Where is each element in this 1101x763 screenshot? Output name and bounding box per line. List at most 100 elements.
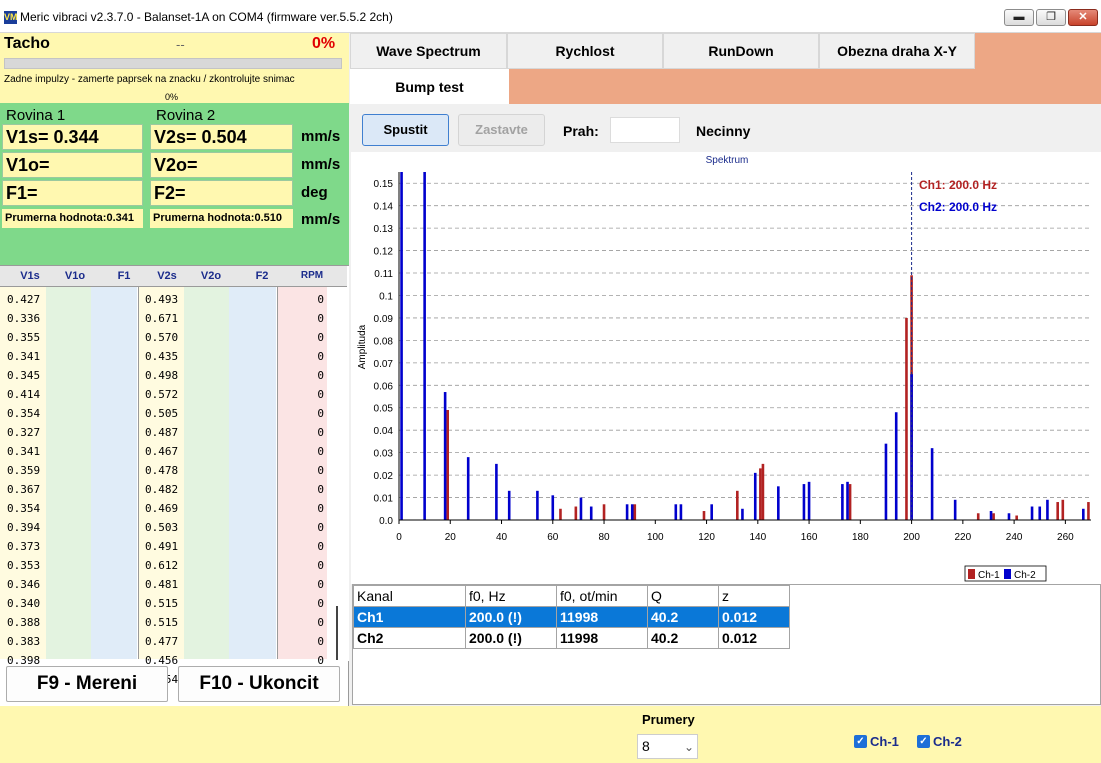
window-title: Meric vibraci v2.3.7.0 - Balanset-1A on … — [20, 10, 393, 24]
y-tick-label: 0.05 — [374, 404, 394, 415]
table-row[interactable]: 0.341 0.435 0 — [0, 347, 330, 366]
table-row[interactable]: 0.341 0.467 0 — [0, 442, 330, 461]
minimize-button[interactable]: ▬ — [1004, 9, 1034, 26]
col-header-f0-rpm[interactable]: f0, ot/min — [556, 585, 648, 607]
table-row[interactable]: 0.373 0.491 0 — [0, 537, 330, 556]
ch1-bar — [759, 468, 762, 520]
y-axis-label: Amplituda — [357, 324, 368, 369]
table-row[interactable]: 0.354 0.505 0 — [0, 404, 330, 423]
y-tick-label: 0.15 — [374, 179, 394, 190]
ch1-bar — [1087, 502, 1090, 520]
table-row[interactable]: 0.388 0.515 0 — [0, 613, 330, 632]
col-header-rpm[interactable]: RPM — [298, 270, 326, 281]
ch2-bar — [1007, 513, 1011, 520]
tab-wave-spectrum[interactable]: Wave Spectrum — [350, 33, 507, 69]
x-tick-label: 140 — [749, 532, 766, 543]
grid-cell: 0.515 — [145, 616, 179, 629]
col-header-v2s[interactable]: V2s — [154, 270, 180, 282]
ch1-bar — [633, 504, 637, 520]
ch2-bar — [507, 490, 511, 520]
grid-cell: 0.505 — [145, 407, 179, 420]
plane2-average: Prumerna hodnota:0.510 — [150, 209, 293, 228]
table-row[interactable]: 0.367 0.482 0 — [0, 480, 330, 499]
tacho-label: Tacho — [4, 35, 50, 52]
grid-cell: 0.493 — [145, 293, 179, 306]
x-tick-label: 200 — [903, 532, 920, 543]
ch1-bar — [736, 490, 739, 520]
tab-obezna-draha[interactable]: Obezna draha X-Y — [819, 33, 975, 69]
table-row[interactable]: Ch1 200.0 (!) 11998 40.2 0.012 — [353, 606, 790, 628]
grid-cell: 0.427 — [7, 293, 41, 306]
grid-cell: 0.469 — [145, 502, 179, 515]
table-row[interactable]: 0.394 0.503 0 — [0, 518, 330, 537]
grid-scrollbar[interactable] — [336, 606, 338, 660]
table-cell: Ch1 — [353, 606, 466, 628]
ch2-bar — [630, 504, 634, 520]
table-row[interactable]: 0.340 0.515 0 — [0, 594, 330, 613]
table-row[interactable]: 0.353 0.612 0 — [0, 556, 330, 575]
col-header-f1[interactable]: F1 — [114, 270, 134, 282]
grid-cell: 0.477 — [145, 635, 179, 648]
ch1-checkbox-label[interactable]: Ch-1 — [870, 734, 899, 749]
ch2-checkbox-label[interactable]: Ch-2 — [933, 734, 962, 749]
averages-select[interactable]: 8 ⌄ — [637, 734, 698, 759]
ch2-bar — [589, 506, 593, 520]
ch1-bar — [446, 409, 449, 520]
table-row[interactable]: 0.327 0.487 0 — [0, 423, 330, 442]
grid-cell: 0.388 — [7, 616, 41, 629]
y-axis-ticks: 0.0 0.01 0.02 0.03 0.04 0.05 0.06 0.07 0.08 0.09 0… — [374, 179, 394, 527]
col-header-z[interactable]: z — [718, 585, 790, 607]
table-row[interactable]: 0.414 0.572 0 — [0, 385, 330, 404]
table-row[interactable]: Ch2 200.0 (!) 11998 40.2 0.012 — [353, 627, 790, 649]
ch1-bar — [905, 317, 908, 520]
table-row[interactable]: 0.336 0.671 0 — [0, 309, 330, 328]
tab-bump-test[interactable]: Bump test — [350, 69, 509, 104]
ch1-checkbox[interactable]: ✓ — [854, 735, 867, 748]
ch2-checkbox[interactable]: ✓ — [917, 735, 930, 748]
col-header-f0-hz[interactable]: f0, Hz — [465, 585, 557, 607]
tab-rundown[interactable]: RunDown — [663, 33, 819, 69]
table-row[interactable]: 0.383 0.477 0 — [0, 632, 330, 651]
y-tick-label: 0.06 — [374, 381, 394, 392]
x-tick-label: 220 — [955, 532, 972, 543]
col-header-v1o[interactable]: V1o — [60, 270, 90, 282]
grid-cell: 0.435 — [145, 350, 179, 363]
ch2-bar — [930, 448, 934, 520]
y-tick-label: 0.07 — [374, 359, 394, 370]
ch1-bar — [1056, 502, 1059, 520]
restore-button[interactable]: ❐ — [1036, 9, 1066, 26]
grid-cell: 0.498 — [145, 369, 179, 382]
col-header-kanal[interactable]: Kanal — [353, 585, 466, 607]
table-row[interactable]: 0.354 0.469 0 — [0, 499, 330, 518]
table-row[interactable]: 0.427 0.493 0 — [0, 290, 330, 309]
col-header-v1s[interactable]: V1s — [18, 270, 42, 282]
close-button[interactable]: ✕ — [1068, 9, 1098, 26]
results-table[interactable]: Kanal f0, Hz f0, ot/min Q z Ch1 200.0 (!… — [353, 585, 790, 649]
measurements-grid[interactable]: V1s V1o F1 V2s V2o F2 RPM 0.427 0.493 0 0.3… — [0, 265, 349, 686]
measure-button[interactable]: F9 - Mereni — [6, 666, 168, 702]
start-button[interactable]: Spustit — [362, 114, 449, 146]
col-header-f2[interactable]: F2 — [252, 270, 272, 282]
table-row[interactable]: 0.355 0.570 0 — [0, 328, 330, 347]
threshold-input[interactable] — [610, 117, 680, 143]
exit-button[interactable]: F10 - Ukoncit — [178, 666, 340, 702]
table-row[interactable]: 0.359 0.478 0 — [0, 461, 330, 480]
col-header-v2o[interactable]: V2o — [198, 270, 224, 282]
plane2-title: Rovina 2 — [156, 107, 216, 124]
tab-rychlost[interactable]: Rychlost — [507, 33, 663, 69]
col-header-q[interactable]: Q — [647, 585, 719, 607]
table-row[interactable]: 0.346 0.481 0 — [0, 575, 330, 594]
grid-cell: 0.572 — [145, 388, 179, 401]
table-row[interactable]: 0.345 0.498 0 — [0, 366, 330, 385]
ch2-bar — [495, 463, 498, 520]
grid-cell: 0 — [317, 388, 324, 401]
grid-cell: 0 — [317, 540, 324, 553]
ch2-bar — [443, 392, 447, 520]
stop-button[interactable]: Zastavte — [458, 114, 545, 146]
ch2-bar — [953, 499, 957, 520]
y-tick-label: 0.14 — [374, 202, 394, 213]
grid-cell: 0 — [317, 578, 324, 591]
y-tick-label: 0.12 — [374, 247, 394, 258]
spectrum-chart[interactable]: Spektrum Amplituda 0.0 0.01 0.02 0.03 0.04 0.… — [351, 152, 1101, 584]
table-cell: 200.0 (!) — [465, 627, 557, 649]
